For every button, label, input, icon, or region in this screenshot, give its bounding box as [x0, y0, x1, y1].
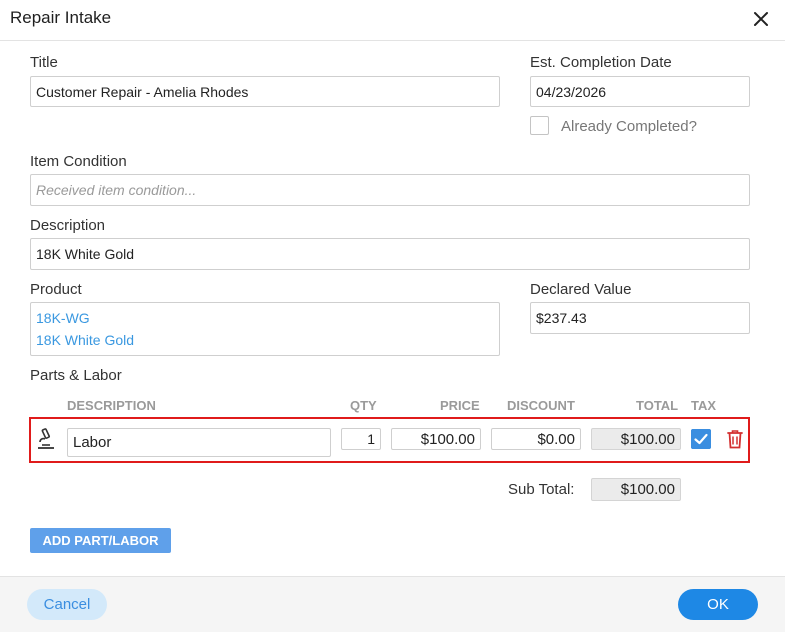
part-qty-input[interactable] [341, 428, 381, 450]
tax-checkbox[interactable] [691, 429, 711, 449]
product-field[interactable]: 18K-WG 18K White Gold [30, 302, 500, 356]
already-completed-label: Already Completed? [561, 118, 697, 135]
part-discount-input[interactable] [491, 428, 581, 450]
part-price-input[interactable] [391, 428, 481, 450]
trash-icon[interactable] [726, 429, 744, 449]
dialog-header: Repair Intake [0, 0, 785, 41]
declared-value-label: Declared Value [530, 281, 632, 298]
cancel-button[interactable]: Cancel [27, 589, 107, 620]
part-total-value [591, 428, 681, 450]
add-part-labor-button[interactable]: ADD PART/LABOR [30, 528, 171, 553]
wrench-icon[interactable] [36, 428, 56, 450]
close-icon[interactable] [749, 7, 773, 31]
dialog-footer [0, 576, 785, 632]
product-label: Product [30, 281, 82, 298]
description-label: Description [30, 217, 106, 234]
declared-value-input[interactable] [530, 302, 750, 334]
column-header-total: TOTAL [636, 398, 679, 413]
title-label: Title [30, 54, 58, 71]
dialog-title: Repair Intake [10, 8, 112, 27]
column-header-qty: QTY [350, 398, 377, 413]
subtotal-label: Sub Total: [508, 481, 575, 498]
subtotal-value [591, 478, 681, 501]
item-condition-label: Item Condition [30, 153, 127, 170]
column-header-price: PRICE [440, 398, 480, 413]
item-condition-input[interactable] [30, 174, 750, 206]
part-description-input[interactable] [67, 428, 331, 457]
product-name-link[interactable]: 18K White Gold [36, 332, 134, 348]
already-completed-checkbox[interactable] [530, 116, 549, 135]
description-input[interactable] [30, 238, 750, 270]
column-header-discount: DISCOUNT [507, 398, 575, 413]
ok-button[interactable]: OK [678, 589, 758, 620]
product-sku-link[interactable]: 18K-WG [36, 310, 90, 326]
column-header-tax: TAX [691, 398, 717, 413]
parts-labor-label: Parts & Labor [30, 367, 122, 384]
column-header-description: DESCRIPTION [67, 398, 156, 413]
completion-date-input[interactable] [530, 76, 750, 107]
title-input[interactable] [30, 76, 500, 107]
completion-date-label: Est. Completion Date [530, 54, 672, 71]
